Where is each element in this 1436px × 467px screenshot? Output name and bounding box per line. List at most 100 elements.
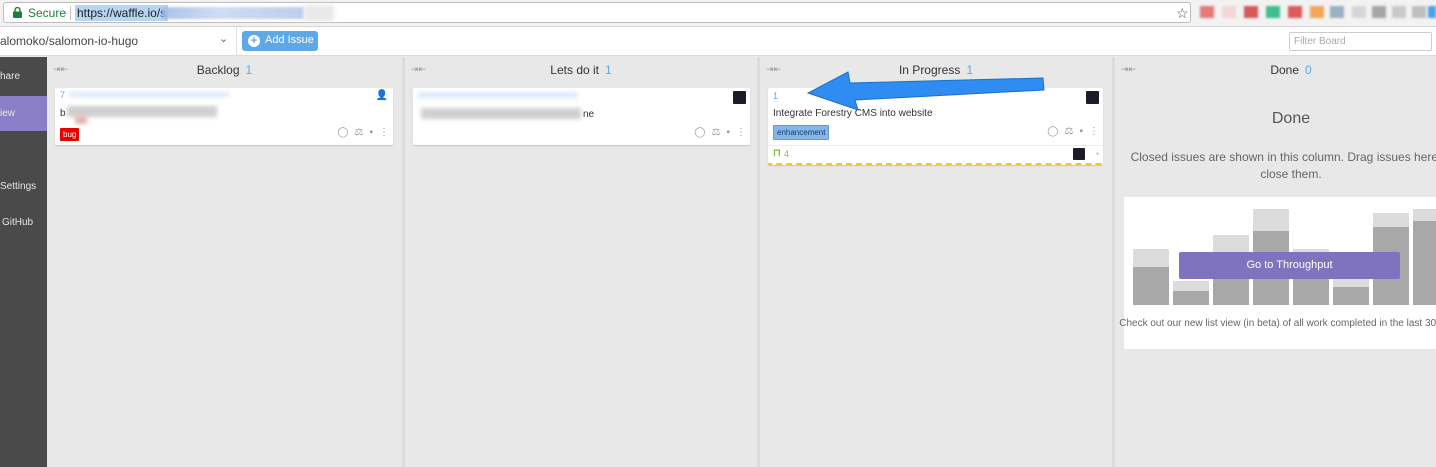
throughput-bar: [1133, 267, 1169, 305]
card-divider: [768, 145, 1103, 146]
more-icon[interactable]: ⋮: [1089, 126, 1099, 137]
sidebar-item-settings[interactable]: Settings: [0, 181, 47, 197]
column-title: Lets do it: [550, 63, 599, 77]
linked-pr-icon[interactable]: ⊓: [773, 148, 781, 159]
address-bar[interactable]: Secure https://waffle.io/s ☆: [3, 2, 1191, 23]
sidebar-item-share[interactable]: hare: [0, 71, 47, 87]
throughput-bar: [1333, 287, 1369, 305]
issue-title: ne: [583, 109, 595, 120]
secure-label: Secure: [28, 6, 67, 20]
label-enhancement[interactable]: enhancement: [773, 125, 830, 140]
issue-card[interactable]: ne ◯ ⚖ ▪ ⋮: [413, 88, 750, 145]
estimate-icon[interactable]: ⚖: [1064, 126, 1073, 137]
repo-selector[interactable]: alomoko/salomon-io-hugo: [0, 34, 138, 48]
go-to-throughput-button[interactable]: Go to Throughput: [1179, 252, 1400, 279]
chevron-down-icon[interactable]: ⌄: [219, 32, 228, 45]
github-icon[interactable]: ◯: [337, 127, 348, 138]
url-redacted: [162, 7, 304, 19]
extension-icon[interactable]: [1310, 6, 1324, 18]
bookmark-star-icon[interactable]: ☆: [1176, 5, 1189, 22]
filter-board-input[interactable]: Filter Board: [1289, 32, 1432, 51]
url-redacted-tail: [304, 5, 334, 21]
issue-title[interactable]: Integrate Forestry CMS into website: [773, 108, 933, 119]
board-toolbar: alomoko/salomon-io-hugo ⌄ + Add Issue Fi…: [0, 27, 1436, 56]
extension-icon[interactable]: [1266, 6, 1280, 18]
done-empty-description: Closed issues are shown in this column. …: [1130, 150, 1436, 181]
extension-icon[interactable]: [1222, 6, 1236, 18]
extension-icon[interactable]: [1200, 6, 1214, 18]
extension-icon[interactable]: [1428, 6, 1436, 18]
extension-icon[interactable]: [1372, 6, 1386, 18]
comment-icon[interactable]: ▪: [726, 127, 730, 138]
assignee-icon[interactable]: 👤: [376, 90, 388, 101]
add-issue-label: Add Issue: [265, 34, 314, 46]
throughput-panel: Go to Throughput Check out our new list …: [1119, 197, 1436, 349]
done-empty-title: Done: [1271, 110, 1311, 127]
extension-icon[interactable]: [1244, 6, 1258, 18]
plus-circle-icon: +: [248, 35, 260, 47]
extension-icon[interactable]: [1392, 6, 1406, 18]
column-header: Backlog 1: [47, 63, 402, 77]
column-header: Done 0: [1115, 63, 1436, 77]
column-count: 1: [605, 63, 612, 77]
column-in-progress: ⇥⇤ In Progress 1 1 Integrate Forestry CMS…: [760, 57, 1112, 467]
card-actions: ◯ ⚖ ▪ ⋮: [1041, 126, 1099, 137]
redacted-title: [421, 108, 581, 119]
github-icon[interactable]: ◯: [1047, 126, 1058, 137]
add-issue-button[interactable]: + Add Issue: [242, 31, 318, 51]
extension-icon[interactable]: [1330, 6, 1344, 18]
linked-avatar[interactable]: [1073, 148, 1085, 160]
estimate-icon[interactable]: ⚖: [354, 127, 363, 138]
card-actions: ◯ ⚖ ▪ ⋮: [331, 127, 389, 138]
estimate-icon[interactable]: ⚖: [711, 127, 720, 138]
throughput-description: Check out our new list view (in beta) of…: [1119, 318, 1436, 329]
comment-icon[interactable]: ▪: [369, 127, 373, 138]
issue-number[interactable]: 1: [773, 91, 778, 101]
column-count: 1: [245, 63, 253, 77]
lock-icon: [13, 7, 22, 18]
linked-count: 4: [784, 149, 790, 159]
browser-toolbar: Secure https://waffle.io/s ☆: [0, 0, 1436, 27]
column-title: In Progress: [898, 63, 961, 77]
redacted-text: [69, 92, 229, 97]
extension-icon[interactable]: [1352, 6, 1366, 18]
label-bug[interactable]: bug: [60, 128, 80, 141]
github-icon[interactable]: ◯: [694, 127, 705, 138]
issue-title: b: [60, 108, 66, 119]
column-lets-do-it: ⇥⇤ Lets do it 1 ne ◯ ⚖ ▪ ⋮: [405, 57, 757, 467]
column-done: ⇥⇤ Done 0 Done Closed issues are shown in…: [1115, 57, 1436, 467]
card-actions: ◯ ⚖ ▪ ⋮: [688, 127, 746, 138]
sidebar-item-view[interactable]: iew: [0, 96, 47, 131]
column-backlog: ⇥⇤ Backlog 1 7 b bug 👤 ◯ ⚖ ▪ ⋮: [47, 57, 402, 467]
column-title: Backlog: [196, 63, 240, 77]
throughput-bar: [1173, 291, 1209, 305]
extension-icon[interactable]: [1288, 6, 1302, 18]
avatar[interactable]: [733, 91, 746, 104]
issue-card[interactable]: 7 b bug 👤 ◯ ⚖ ▪ ⋮: [55, 88, 393, 145]
issue-number[interactable]: 7: [60, 90, 65, 100]
comment-icon[interactable]: ▪: [1079, 126, 1083, 137]
column-count: 1: [966, 63, 974, 77]
more-icon[interactable]: ⋮: [736, 127, 746, 138]
avatar[interactable]: [1086, 91, 1099, 104]
sidebar-item-label: hare: [0, 71, 21, 82]
column-count: 0: [1305, 63, 1312, 77]
linked-comment-icon[interactable]: ▪: [1096, 149, 1099, 158]
sidebar-item-label: GitHub: [2, 217, 34, 228]
sidebar: hare iew Settings GitHub: [0, 57, 47, 467]
more-icon[interactable]: ⋮: [379, 127, 389, 138]
column-header: In Progress 1: [760, 63, 1112, 77]
throughput-bar: [1413, 221, 1436, 305]
redacted-title: [67, 106, 217, 117]
sidebar-item-label: iew: [0, 108, 16, 119]
issue-card[interactable]: 1 Integrate Forestry CMS into website en…: [768, 88, 1103, 165]
toolbar-divider: [236, 27, 237, 56]
column-header: Lets do it 1: [405, 63, 757, 77]
address-divider: [70, 6, 71, 20]
column-title: Done: [1270, 63, 1299, 77]
sidebar-item-label: Settings: [0, 181, 37, 192]
sidebar-item-github[interactable]: GitHub: [0, 217, 47, 233]
redacted-text: [75, 116, 87, 124]
url-text[interactable]: https://waffle.io/s: [75, 5, 169, 21]
extension-icon[interactable]: [1412, 6, 1426, 18]
